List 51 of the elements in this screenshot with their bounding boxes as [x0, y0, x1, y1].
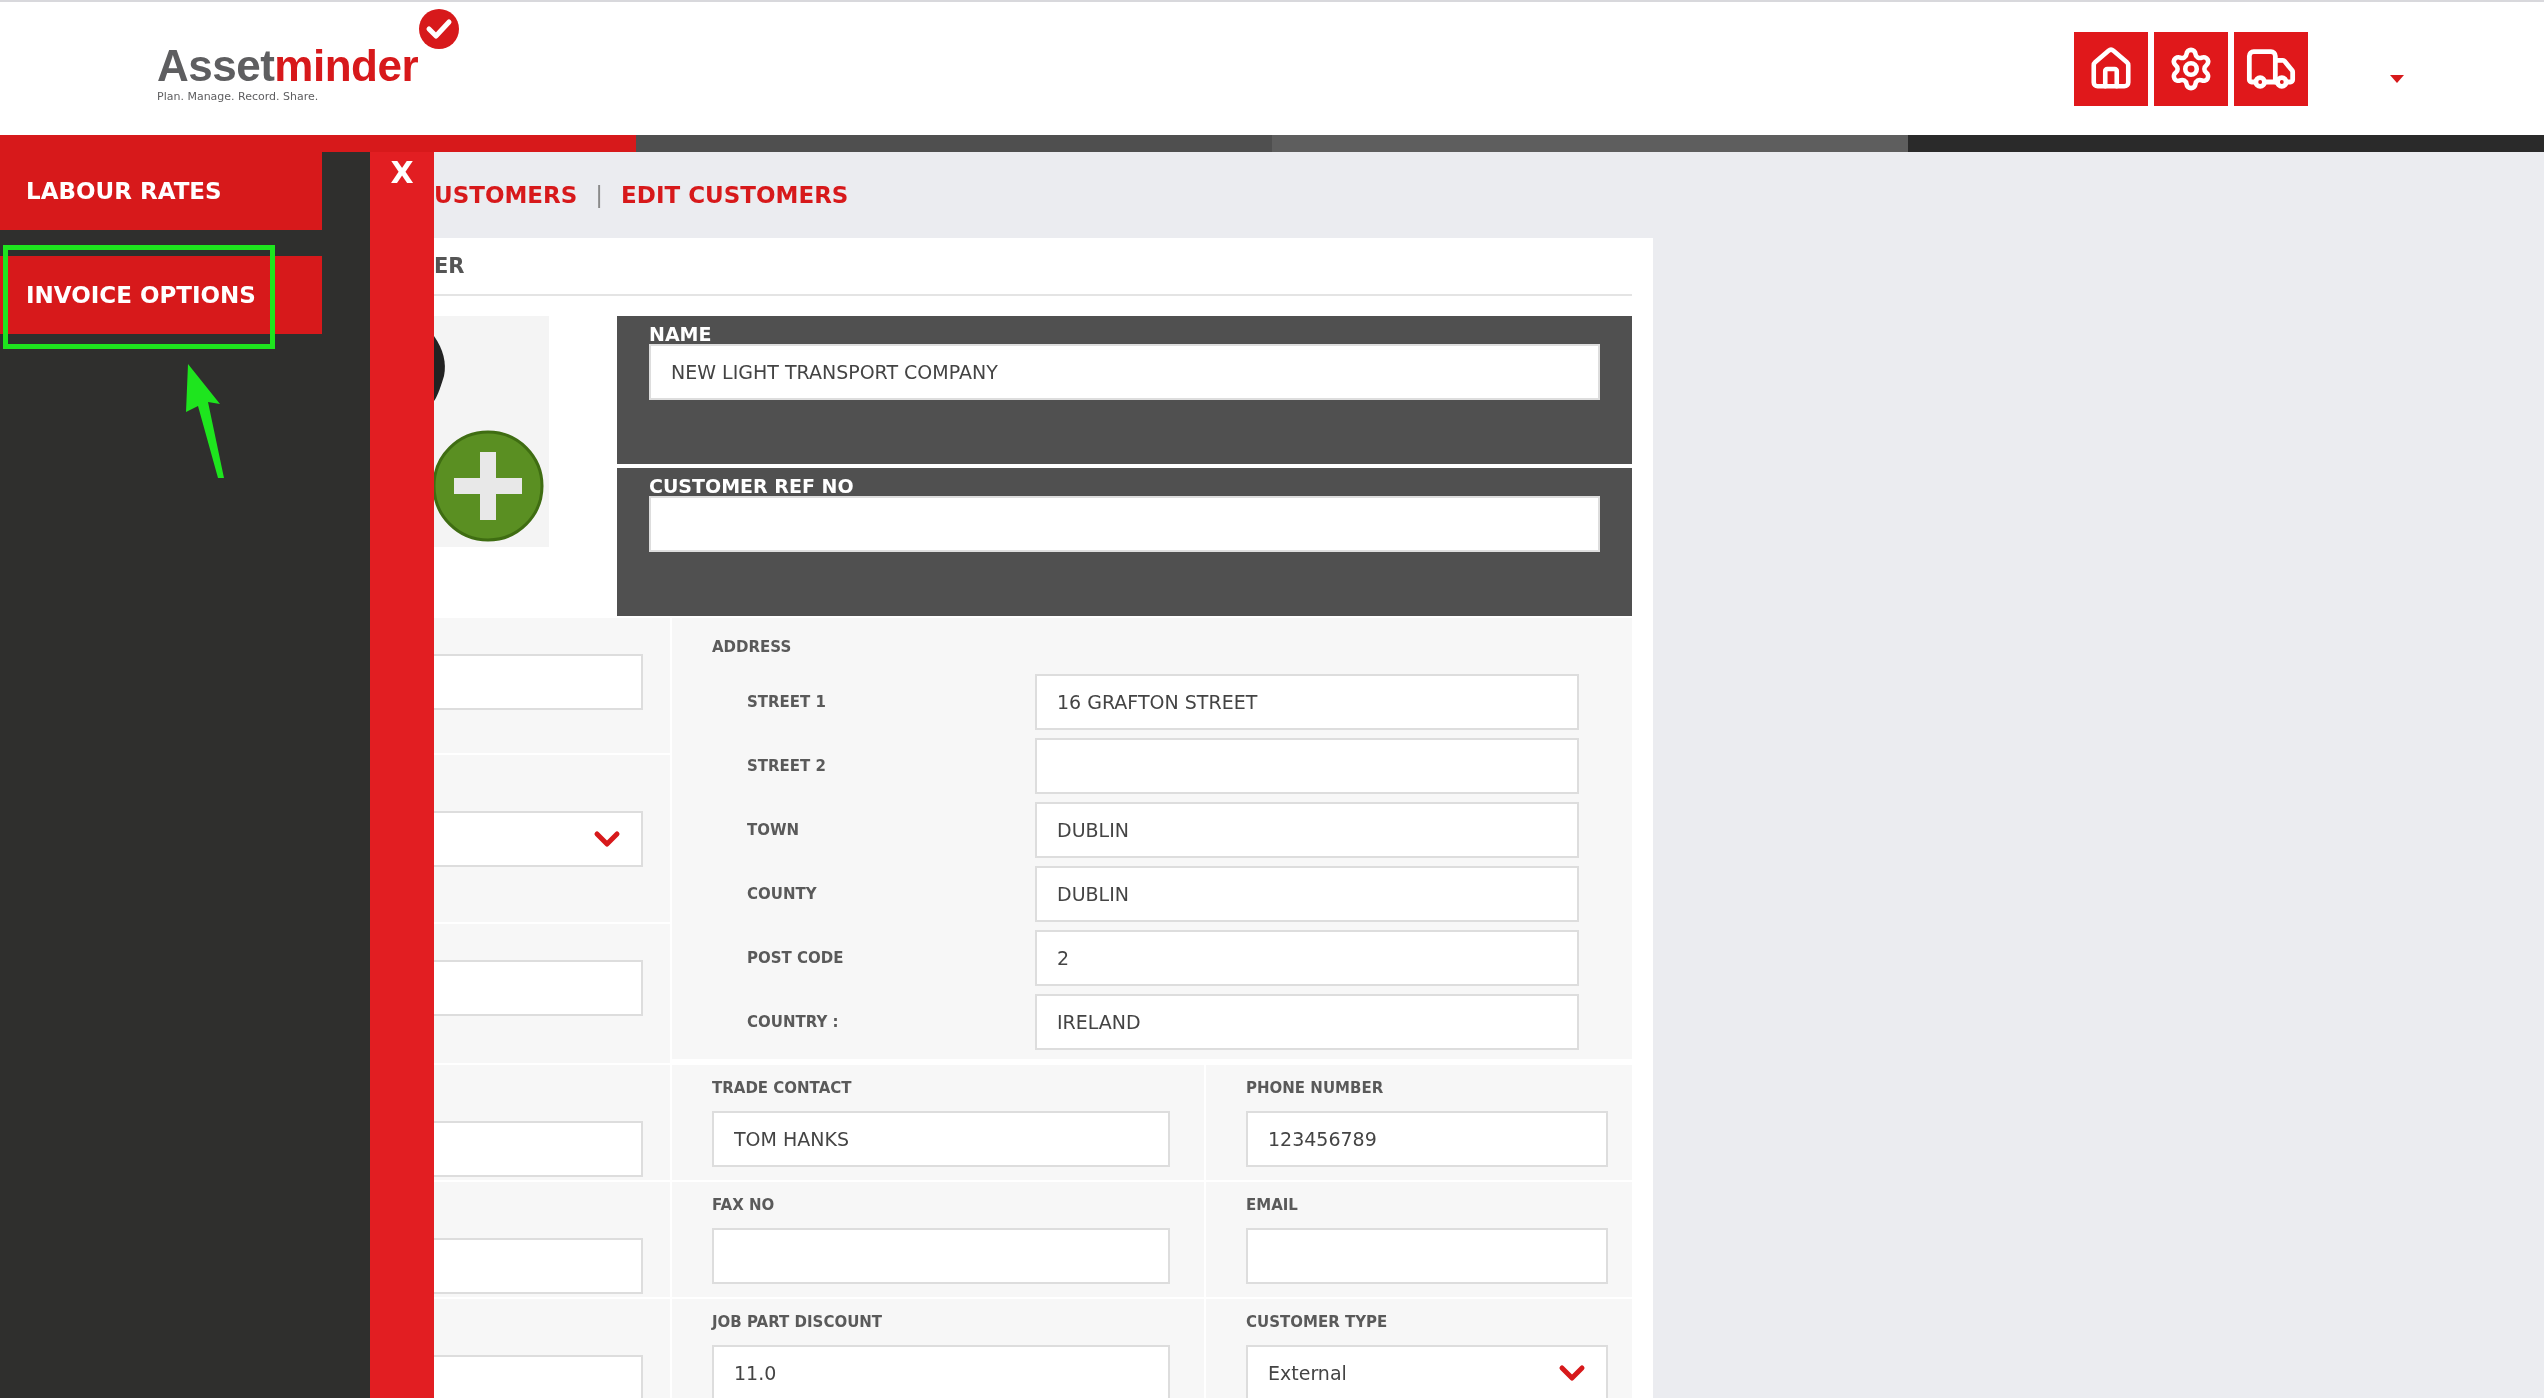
field-label: EMAIL — [1246, 1196, 1299, 1214]
field-label: PHONE NUMBER — [1246, 1079, 1385, 1097]
input-field[interactable]: 11.0 — [712, 1345, 1170, 1398]
input-field[interactable]: DUBLIN — [1035, 866, 1579, 922]
card-title: ER — [434, 238, 1632, 296]
field-label: JOB PART DISCOUNT — [712, 1313, 884, 1331]
input-field[interactable]: DUBLIN — [1035, 802, 1579, 858]
field-label: FAX NO — [712, 1196, 776, 1214]
field-label: TRADE CONTACT — [712, 1079, 853, 1097]
menu-item[interactable]: INVOICE OPTIONS — [0, 256, 322, 334]
field-label: TOWN — [746, 821, 801, 839]
home-icon — [2088, 45, 2134, 92]
field-label: NAME — [649, 324, 713, 344]
check-badge-icon — [418, 8, 461, 50]
input-field[interactable]: 123456789 — [1246, 1111, 1608, 1167]
field-label: CUSTOMER REF NO — [649, 476, 855, 496]
field-label: STREET 1 — [746, 693, 827, 711]
field-label: POST CODE — [746, 949, 845, 967]
input-field[interactable] — [434, 960, 643, 1016]
logo-wordmark: Assetminder — [157, 44, 419, 88]
input-field[interactable] — [649, 496, 1600, 552]
input-field[interactable] — [434, 654, 643, 710]
field-label: COUNTY — [746, 885, 818, 903]
input-field[interactable] — [434, 1238, 643, 1294]
add-photo-icon[interactable] — [434, 316, 549, 547]
input-field[interactable] — [1035, 738, 1579, 794]
input-field[interactable] — [434, 1355, 643, 1398]
logo-tagline: Plan. Manage. Record. Share. — [157, 90, 320, 103]
field-label: STREET 2 — [746, 757, 827, 775]
home-button[interactable] — [2074, 31, 2148, 106]
breadcrumb-separator: | — [595, 182, 604, 208]
input-field[interactable] — [1246, 1228, 1608, 1284]
field-label: COUNTRY : — [746, 1013, 840, 1031]
breadcrumb-link[interactable]: USTOMERS — [434, 182, 578, 208]
input-field[interactable]: NEW LIGHT TRANSPORT COMPANY — [649, 344, 1600, 400]
select-field[interactable]: External — [1246, 1345, 1608, 1398]
input-field[interactable] — [434, 1121, 643, 1177]
section-label: ADDRESS — [712, 638, 793, 656]
input-field[interactable]: IRELAND — [1035, 994, 1579, 1050]
menu-item[interactable]: LABOUR RATES — [0, 152, 322, 230]
input-field[interactable]: 2 — [1035, 930, 1579, 986]
truck-button[interactable] — [2234, 31, 2308, 106]
input-field[interactable] — [712, 1228, 1170, 1284]
dropdown-caret-icon[interactable] — [2390, 74, 2404, 83]
input-field[interactable]: TOM HANKS — [712, 1111, 1170, 1167]
select-field[interactable] — [434, 811, 643, 867]
field-label: CUSTOMER TYPE — [1246, 1313, 1389, 1331]
input-field[interactable]: 16 GRAFTON STREET — [1035, 674, 1579, 730]
close-button[interactable]: X — [384, 154, 420, 190]
breadcrumb-link[interactable]: EDIT CUSTOMERS — [621, 182, 849, 208]
settings-button[interactable] — [2154, 31, 2228, 106]
